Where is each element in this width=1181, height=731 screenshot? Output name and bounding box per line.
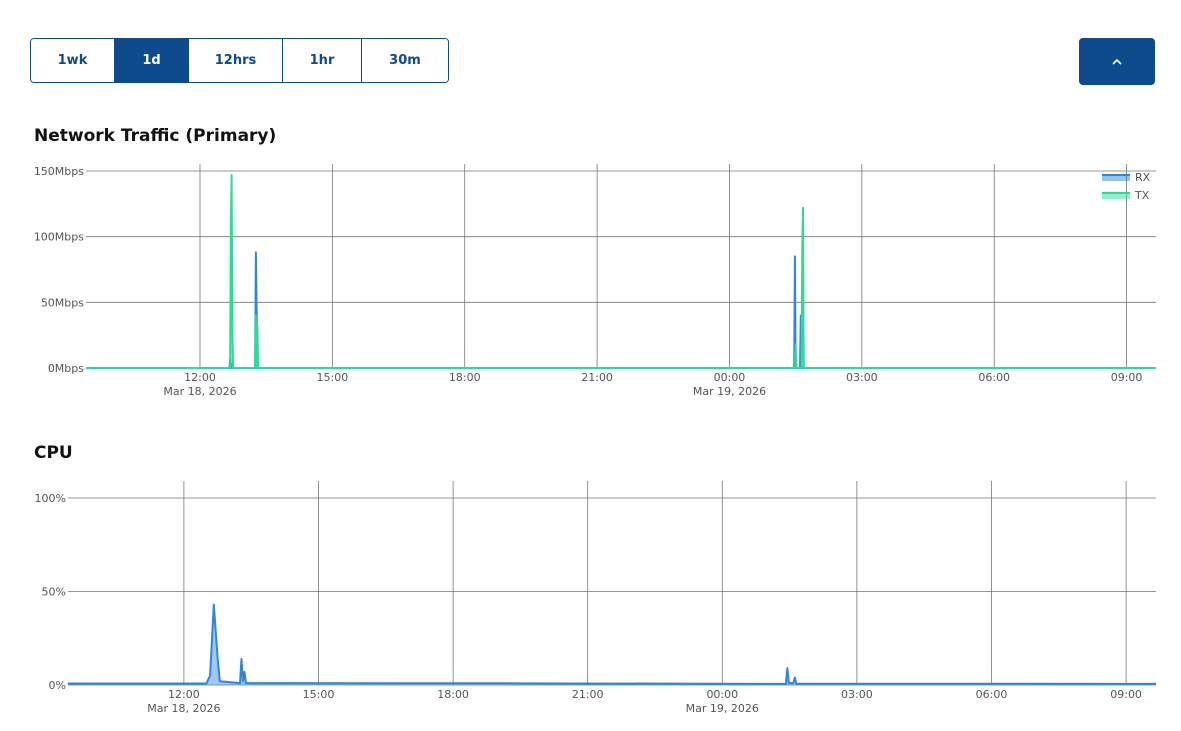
legend-label-tx[interactable]: TX [1134,189,1150,202]
x-tick-date-label: Mar 19, 2026 [686,702,759,715]
range-button-1hr[interactable]: 1hr [283,39,362,82]
series-line-rx [86,251,1156,369]
range-button-30m[interactable]: 30m [362,39,448,82]
network-traffic-chart: 150Mbps 100Mbps 50Mbps 0Mbps 12:00Mar 18, 20… [34,164,1156,398]
y-tick-label: 50% [42,586,66,599]
x-tick-label: 03:00 [846,371,878,384]
y-tick-label: 100% [35,492,66,505]
x-tick-label: 00:00 [714,371,746,384]
legend-label-rx[interactable]: RX [1135,171,1151,184]
y-tick-label: 100Mbps [34,231,84,244]
y-tick-label: 0Mbps [48,362,84,375]
x-tick-label: 18:00 [449,371,481,384]
series-area-tx [86,174,1156,368]
series-area-cpu [68,604,1156,685]
x-tick-label: 15:00 [303,688,335,701]
x-tick-date-label: Mar 18, 2026 [163,385,236,398]
y-tick-label: 50Mbps [41,296,84,309]
y-tick-label: 0% [49,679,66,692]
x-tick-label: 21:00 [572,688,604,701]
x-tick-label: 00:00 [706,688,738,701]
x-tick-label: 18:00 [437,688,469,701]
network-traffic-title: Network Traffic (Primary) [34,126,277,146]
x-tick-date-label: Mar 18, 2026 [147,702,220,715]
series-area-rx [86,252,1156,368]
x-tick-label: 12:00 [184,371,216,384]
collapse-button[interactable] [1079,38,1155,85]
series-line-tx [86,173,1156,369]
x-tick-label: 03:00 [841,688,873,701]
chevron-up-icon [1112,58,1122,65]
x-tick-label: 12:00 [168,688,200,701]
x-tick-label: 09:00 [1111,371,1143,384]
y-tick-label: 150Mbps [34,165,84,178]
x-tick-label: 21:00 [581,371,613,384]
x-tick-label: 06:00 [976,688,1008,701]
cpu-chart: 100% 50% 0% 12:00Mar 18, 2026 15:00 18:00 21:0… [35,481,1157,715]
x-tick-label: 06:00 [978,371,1010,384]
range-button-1wk[interactable]: 1wk [31,39,115,82]
range-button-12hrs[interactable]: 12hrs [189,39,283,82]
range-button-1d[interactable]: 1d [115,39,189,82]
series-line-cpu [68,603,1157,685]
x-tick-date-label: Mar 19, 2026 [693,385,766,398]
cpu-title: CPU [34,443,73,463]
x-tick-label: 15:00 [317,371,349,384]
x-tick-label: 09:00 [1110,688,1142,701]
time-range-selector: 1wk 1d 12hrs 1hr 30m [30,38,449,83]
